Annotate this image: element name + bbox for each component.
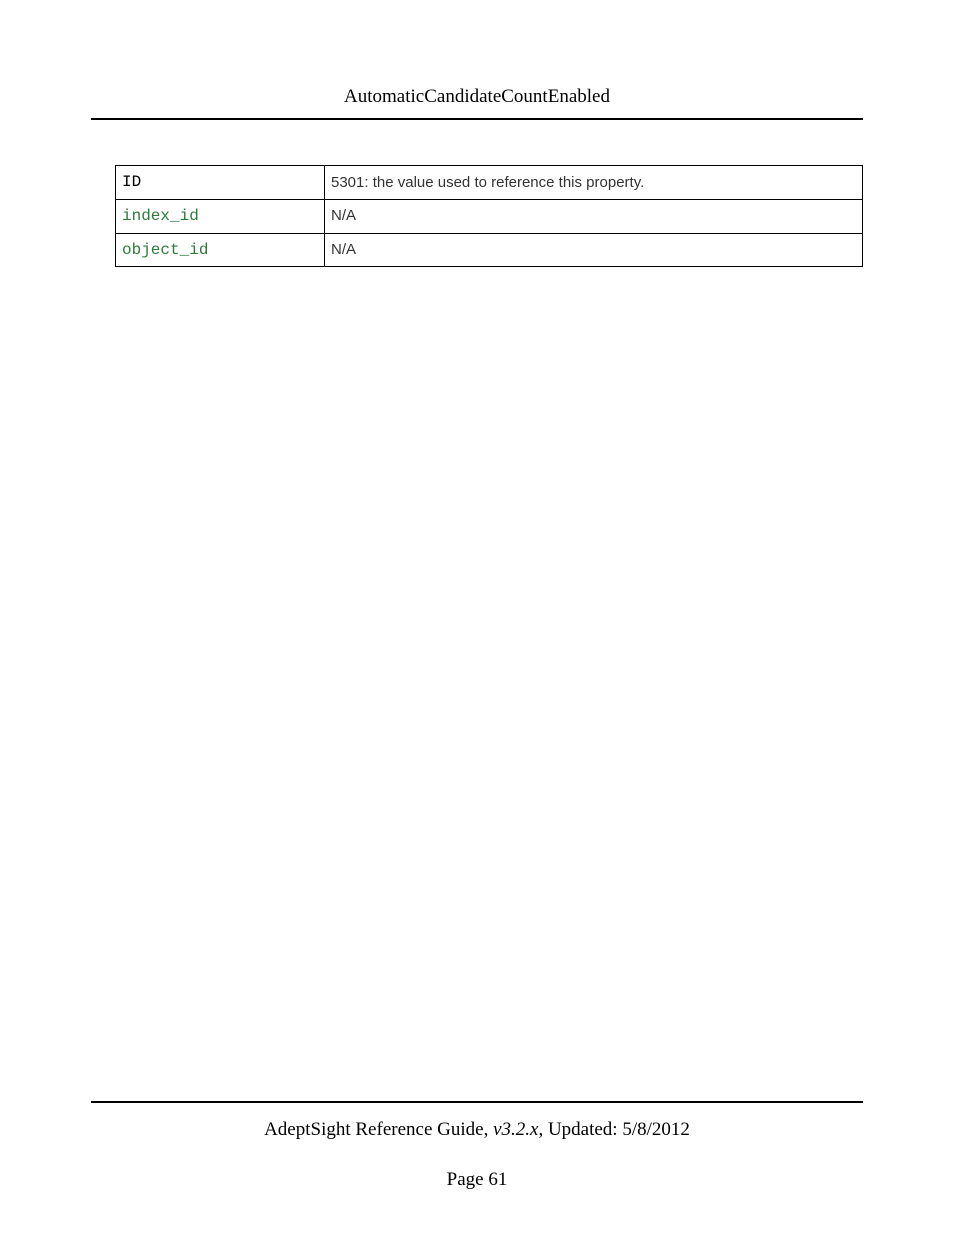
footer-rule [91,1101,863,1103]
property-value: N/A [325,199,863,233]
properties-table: ID 5301: the value used to reference thi… [115,165,863,267]
table-row: object_id N/A [116,233,863,267]
property-key-index-id: index_id [116,199,325,233]
page-number: Page 61 [91,1169,863,1191]
property-value: N/A [325,233,863,267]
footer-sep: , [484,1119,494,1140]
property-key-object-id: object_id [116,233,325,267]
footer-guide-name: AdeptSight Reference Guide [264,1119,483,1140]
page-header: AutomaticCandidateCountEnabled [0,0,954,120]
footer-version: v3.2.x [493,1119,538,1140]
page-title: AutomaticCandidateCountEnabled [0,86,954,108]
table-row: ID 5301: the value used to reference thi… [116,166,863,200]
page-footer: AdeptSight Reference Guide, v3.2.x, Upda… [91,1101,863,1191]
page: AutomaticCandidateCountEnabled ID 5301: … [0,0,954,1235]
properties-table-area: ID 5301: the value used to reference thi… [115,165,863,267]
footer-text: AdeptSight Reference Guide, v3.2.x, Upda… [91,1119,863,1141]
header-rule [91,118,863,120]
footer-date: 5/8/2012 [622,1119,690,1140]
property-key-id: ID [116,166,325,200]
table-row: index_id N/A [116,199,863,233]
property-value: 5301: the value used to reference this p… [325,166,863,200]
footer-sep: , Updated: [538,1119,622,1140]
